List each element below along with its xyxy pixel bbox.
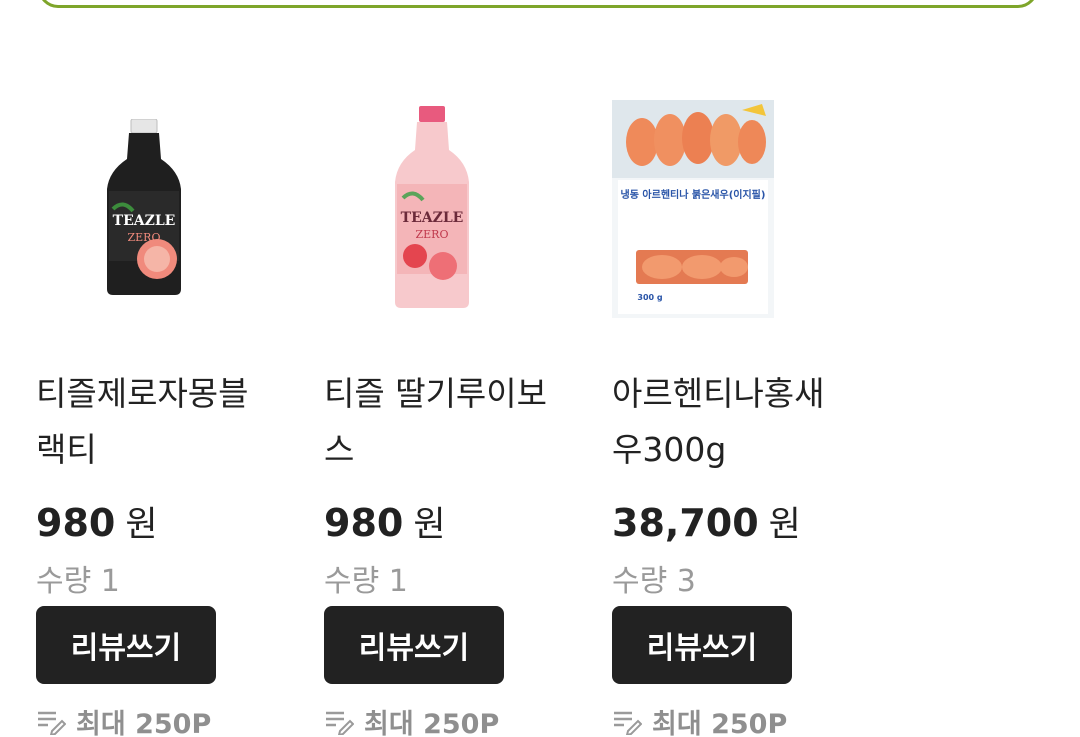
product-image[interactable]: TEAZLE ZERO [36, 96, 252, 322]
product-image[interactable]: TEAZLE ZERO [324, 96, 540, 322]
review-points: 최대 250P [612, 702, 828, 737]
product-quantity: 수량 1 [324, 564, 408, 599]
write-review-button[interactable]: 리뷰쓰기 [36, 606, 216, 684]
grapefruit-tea-bottle-image: TEAZLE ZERO [107, 119, 181, 295]
price-amount: 980 [36, 501, 116, 545]
product-price: 980 원 [36, 496, 252, 546]
bottle-sub: ZERO [416, 228, 449, 241]
bottle-sub: ZERO [128, 231, 161, 244]
review-points: 최대 250P [36, 702, 252, 737]
pencil-lines-icon [614, 711, 642, 735]
points-label: 최대 250P [652, 709, 788, 737]
product-price: 38,700 원 [612, 496, 828, 546]
points-label: 최대 250P [76, 709, 212, 737]
order-items-page: TEAZLE ZERO 티즐제로자몽블랙티 980 원 수량 1 리뷰쓰기 최대… [0, 0, 1080, 737]
product-card: 냉동 아르헨티나 붉은새우(이지필) 300 g 아르헨티나홍새우300g 38… [612, 96, 828, 737]
product-name[interactable]: 티즐 딸기루이보스 [324, 366, 564, 478]
price-currency: 원 [768, 505, 801, 545]
write-review-button[interactable]: 리뷰쓰기 [612, 606, 792, 684]
pencil-lines-icon [326, 711, 354, 735]
product-card: TEAZLE ZERO 티즐 딸기루이보스 980 원 수량 1 리뷰쓰기 최대… [324, 96, 547, 737]
pack-weight: 300 g [637, 293, 662, 302]
pack-title: 냉동 아르헨티나 붉은새우(이지필) [621, 188, 766, 201]
product-name[interactable]: 티즐제로자몽블랙티 [36, 366, 276, 478]
product-name[interactable]: 아르헨티나홍새우300g [612, 366, 852, 478]
bottle-brand: TEAZLE [401, 210, 464, 226]
strawberry-tea-bottle-image: TEAZLE ZERO [395, 106, 469, 308]
product-grid: TEAZLE ZERO 티즐제로자몽블랙티 980 원 수량 1 리뷰쓰기 최대… [36, 96, 828, 737]
pencil-lines-icon [38, 711, 66, 735]
write-review-button[interactable]: 리뷰쓰기 [324, 606, 504, 684]
product-quantity: 수량 1 [36, 564, 120, 599]
price-amount: 38,700 [612, 501, 759, 545]
review-points: 최대 250P [324, 702, 540, 737]
price-currency: 원 [125, 505, 158, 545]
product-card: TEAZLE ZERO 티즐제로자몽블랙티 980 원 수량 1 리뷰쓰기 최대… [36, 96, 252, 737]
points-label: 최대 250P [364, 709, 500, 737]
product-image[interactable]: 냉동 아르헨티나 붉은새우(이지필) 300 g [612, 96, 828, 322]
search-box[interactable] [38, 0, 1038, 8]
product-price: 980 원 [324, 496, 540, 546]
frozen-shrimp-pack-image: 냉동 아르헨티나 붉은새우(이지필) 300 g [612, 100, 774, 318]
price-currency: 원 [413, 505, 446, 545]
product-quantity: 수량 3 [612, 564, 696, 599]
bottle-brand: TEAZLE [113, 213, 176, 229]
price-amount: 980 [324, 501, 404, 545]
